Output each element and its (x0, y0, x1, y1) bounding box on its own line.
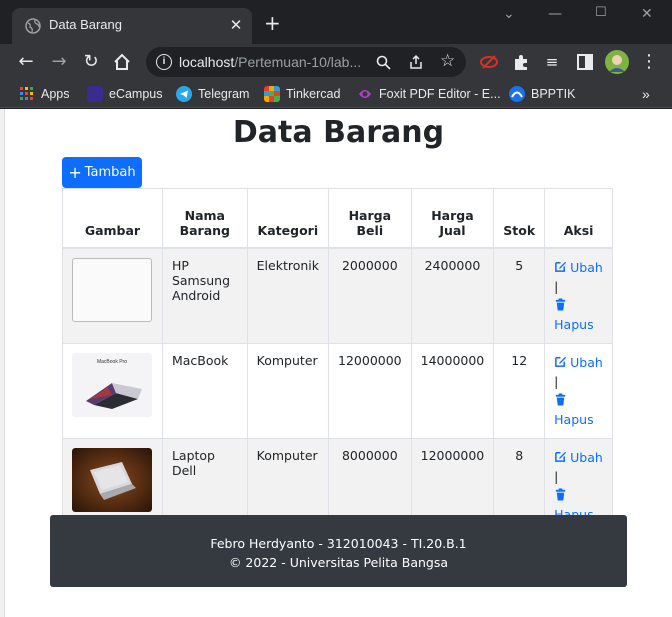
column-header-harga-jual: Harga Jual (410, 188, 495, 249)
edit-icon (555, 451, 567, 462)
items-table: Gambar Nama Barang Kategori Harga Beli H… (62, 188, 613, 534)
cell-nama: HP Samsung Android (161, 247, 248, 344)
avatar[interactable] (605, 50, 629, 74)
browser-toolbar: ← → ↻ i localhost/Pertemuan-10/lab... ☆ … (0, 44, 672, 80)
url-path: /Pertemuan-10/lab... (234, 54, 362, 70)
edit-link[interactable]: Ubah (554, 355, 603, 370)
svg-text:MacBook Pro: MacBook Pro (97, 359, 127, 365)
bookmark-tinkercad[interactable]: Tinkercad (264, 85, 340, 103)
globe-icon (25, 18, 41, 34)
cell-harga-jual: 2400000 (410, 247, 495, 344)
page-title: Data Barang (232, 115, 445, 150)
side-panel-icon[interactable] (574, 51, 596, 73)
cell-aksi: Ubah | Hapus (544, 247, 613, 344)
cell-aksi: Ubah | Hapus (544, 342, 613, 439)
media-queue-icon[interactable]: ≡ (541, 51, 563, 73)
cell-stok: 12 (493, 342, 546, 439)
column-header-aksi: Aksi (544, 188, 613, 249)
broken-image-icon (72, 257, 152, 322)
browser-tab-strip: Data Barang ✕ + ⌄ — ☐ ✕ (0, 0, 672, 44)
cell-kategori: Elektronik (246, 247, 330, 344)
cell-harga-beli: 2000000 (328, 247, 412, 344)
chevron-down-icon[interactable]: ⌄ (503, 6, 515, 22)
bookmark-telegram[interactable]: Telegram (176, 85, 249, 103)
trash-icon (556, 392, 566, 406)
column-header-stok: Stok (493, 188, 546, 249)
home-icon[interactable] (111, 51, 133, 73)
cell-harga-beli: 12000000 (328, 342, 412, 439)
tab-title: Data Barang (49, 17, 122, 32)
add-item-button[interactable]: + Tambah (62, 157, 142, 188)
new-tab-button[interactable]: + (264, 13, 281, 33)
add-item-label: Tambah (84, 165, 136, 180)
url-host: localhost (179, 54, 235, 70)
trash-icon (556, 487, 566, 501)
table-row: MacBook Pro MacBook Komputer 12000000 14… (62, 342, 613, 439)
edit-link[interactable]: Ubah (554, 450, 603, 465)
back-button[interactable]: ← (14, 50, 38, 74)
telegram-icon (176, 86, 192, 102)
bookmark-apps[interactable]: Apps (19, 85, 70, 103)
table-row: HP Samsung Android Elektronik 2000000 24… (62, 247, 613, 344)
column-header-nama: Nama Barang (161, 188, 248, 249)
cell-stok: 5 (493, 247, 546, 344)
window-close-button[interactable]: ✕ (641, 6, 653, 22)
maximize-button[interactable]: ☐ (595, 5, 607, 20)
edit-icon (555, 356, 567, 367)
address-bar[interactable]: i localhost/Pertemuan-10/lab... ☆ (146, 47, 466, 77)
bookmark-foxit[interactable]: Foxit PDF Editor - E... (357, 85, 501, 103)
info-icon[interactable]: i (156, 54, 172, 70)
bookmarks-overflow-icon[interactable]: » (642, 85, 650, 103)
delete-link[interactable]: Hapus (554, 297, 594, 332)
bookmarks-bar: Apps eCampus Telegram Tinkercad Foxit PD… (0, 80, 672, 108)
close-icon[interactable]: ✕ (228, 17, 244, 33)
page-footer: Febro Herdyanto - 312010043 - TI.20.B.1 … (50, 515, 627, 587)
puzzle-icon[interactable] (510, 51, 532, 73)
delete-link[interactable]: Hapus (554, 392, 594, 427)
tinkercad-icon (264, 86, 280, 102)
share-icon[interactable] (408, 54, 424, 70)
macbook-image: MacBook Pro (72, 352, 152, 417)
minimize-button[interactable]: — (548, 6, 562, 22)
foxit-icon (359, 90, 371, 98)
table-header-row: Gambar Nama Barang Kategori Harga Beli H… (62, 188, 613, 249)
star-icon[interactable]: ☆ (440, 51, 455, 71)
ecampus-icon (87, 86, 103, 102)
extension-red-icon[interactable] (478, 51, 500, 73)
footer-author: Febro Herdyanto - 312010043 - TI.20.B.1 (210, 536, 467, 551)
column-header-harga-beli: Harga Beli (328, 188, 412, 249)
cell-kategori: Komputer (246, 342, 330, 439)
bpptik-icon (509, 86, 525, 102)
image-cell (62, 247, 163, 344)
browser-tab[interactable]: Data Barang ✕ (12, 8, 252, 44)
menu-icon[interactable]: ⋮ (638, 51, 660, 73)
edit-link[interactable]: Ubah (554, 260, 603, 275)
footer-copyright: © 2022 - Universitas Pelita Bangsa (228, 555, 449, 570)
edit-icon (555, 261, 567, 272)
apps-grid-icon (20, 87, 33, 100)
cell-nama: MacBook (161, 342, 248, 439)
forward-button[interactable]: → (47, 50, 71, 74)
plus-icon: + (68, 162, 82, 182)
trash-icon (556, 297, 566, 311)
zoom-icon[interactable] (376, 55, 391, 70)
column-header-kategori: Kategori (246, 188, 330, 249)
cell-harga-jual: 14000000 (410, 342, 495, 439)
reload-button[interactable]: ↻ (79, 50, 103, 74)
column-header-gambar: Gambar (62, 188, 163, 249)
page-viewport: Data Barang + Tambah Gambar Nama Barang … (5, 109, 672, 617)
laptop-dell-image (72, 447, 152, 512)
bookmark-ecampus[interactable]: eCampus (87, 85, 163, 103)
bookmark-bpptik[interactable]: BPPTIK (509, 85, 575, 103)
image-cell: MacBook Pro (62, 342, 163, 439)
